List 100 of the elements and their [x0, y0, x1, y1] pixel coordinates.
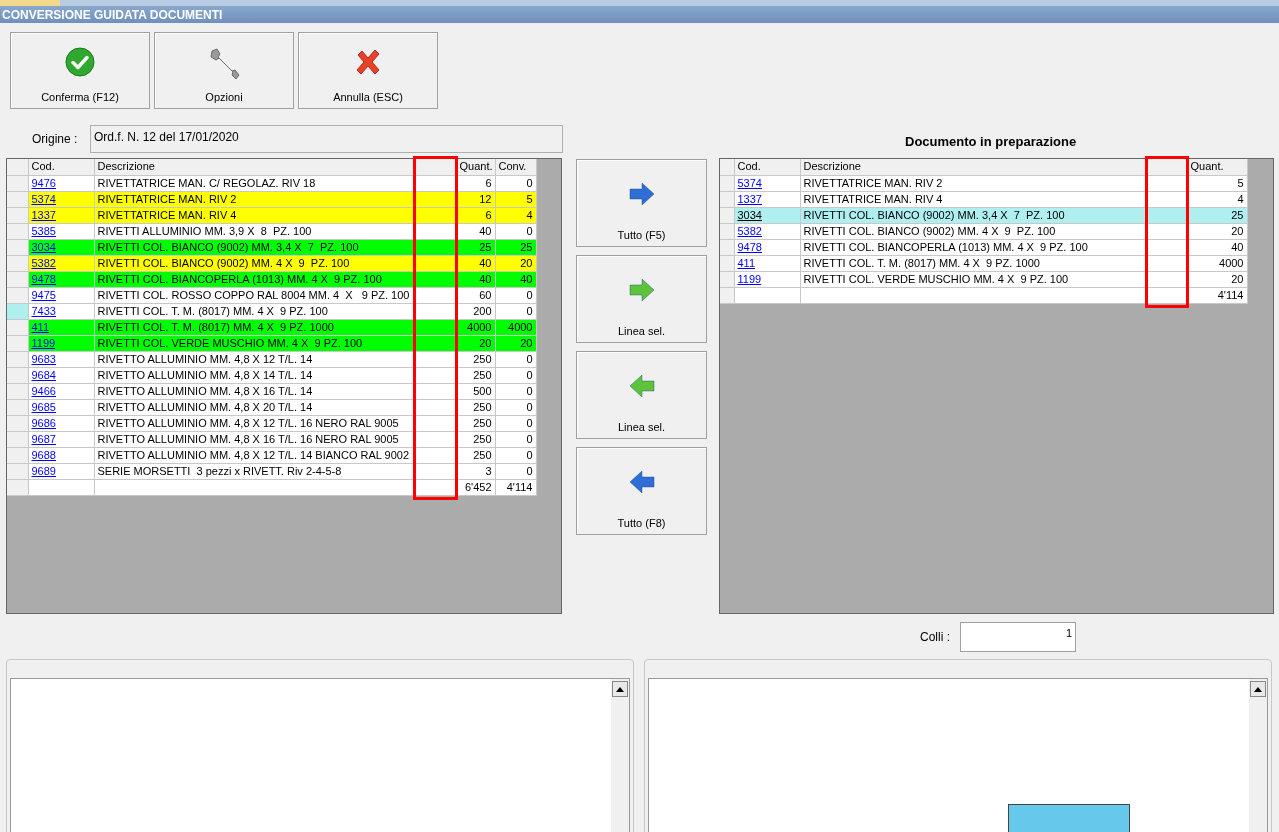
- toolbar-button[interactable]: Annulla (ESC): [298, 32, 438, 109]
- table-cell: RIVETTO ALLUMINIO MM. 4,8 X 16 T/L. 16 NERO RAL 9005: [94, 431, 415, 447]
- code-link[interactable]: 9688: [31, 448, 56, 461]
- code-link[interactable]: 9476: [31, 176, 56, 189]
- table-cell: 20: [1187, 271, 1247, 287]
- table-cell: 60: [456, 287, 495, 303]
- scrollbar[interactable]: [1249, 679, 1267, 832]
- column-header[interactable]: Cod.: [28, 159, 94, 175]
- table-cell: RIVETTO ALLUMINIO MM. 4,8 X 12 T/L. 16 NERO RAL 9005: [94, 415, 415, 431]
- code-link[interactable]: 9685: [31, 400, 56, 413]
- column-header[interactable]: Cod.: [734, 159, 800, 175]
- toolbar-button[interactable]: Conferma (F12): [10, 32, 150, 109]
- table-cell: 20: [495, 335, 536, 351]
- left-arrow-icon: [628, 374, 655, 398]
- table-cell: 40: [456, 271, 495, 287]
- table-cell: 3: [456, 463, 495, 479]
- code-link[interactable]: 3034: [737, 208, 762, 221]
- table-cell: 200: [456, 303, 495, 319]
- up-triangle-icon: [1254, 686, 1262, 692]
- wrench-icon: [208, 47, 240, 81]
- table-cell: 0: [495, 431, 536, 447]
- transfer-button[interactable]: Linea sel.: [576, 351, 707, 439]
- table-cell: RIVETTI COL. BIANCO (9002) MM. 4 X 9 PZ. 100: [94, 255, 415, 271]
- table-cell: RIVETTO ALLUMINIO MM. 4,8 X 14 T/L. 14: [94, 367, 415, 383]
- code-link[interactable]: 9478: [737, 240, 762, 253]
- code-link[interactable]: 1337: [31, 208, 56, 221]
- table-cell: RIVETTI COL. T. M. (8017) MM. 4 X 9 PZ. 1000: [94, 319, 415, 335]
- up-triangle-icon: [616, 686, 624, 692]
- table-cell: 250: [456, 447, 495, 463]
- table-cell: 0: [495, 303, 536, 319]
- table-cell: RIVETTO ALLUMINIO MM. 4,8 X 12 T/L. 14: [94, 351, 415, 367]
- code-link[interactable]: 411: [737, 256, 756, 269]
- table-cell: 0: [495, 463, 536, 479]
- code-link[interactable]: 9683: [31, 352, 56, 365]
- section-title: Documento in preparazione: [905, 132, 1077, 151]
- window-title: CONVERSIONE GUIDATA DOCUMENTI: [2, 8, 223, 21]
- code-link[interactable]: 5382: [31, 256, 56, 269]
- table-cell: RIVETTI COL. BIANCO (9002) MM. 3,4 X 7 PZ. 100: [94, 239, 415, 255]
- column-header[interactable]: Quant.: [456, 159, 495, 175]
- table-cell: 250: [456, 367, 495, 383]
- transfer-button[interactable]: Linea sel.: [576, 255, 707, 343]
- table-cell: 4000: [456, 319, 495, 335]
- right-arrow-icon: [628, 182, 655, 206]
- table-cell: 250: [456, 399, 495, 415]
- code-link[interactable]: 1337: [737, 192, 762, 205]
- scroll-up-button[interactable]: [612, 681, 628, 697]
- code-link[interactable]: 5385: [31, 224, 56, 237]
- table-cell: RIVETTI COL. ROSSO COPPO RAL 8004 MM. 4 X 9 PZ. 100: [94, 287, 415, 303]
- code-link[interactable]: 9686: [31, 416, 56, 429]
- code-link[interactable]: 1199: [31, 336, 56, 349]
- transfer-button[interactable]: Tutto (F5): [576, 159, 707, 247]
- table-cell: 25: [456, 239, 495, 255]
- table-cell: RIVETTI COL. BIANCO (9002) MM. 3,4 X 7 PZ. 100: [800, 207, 1147, 223]
- column-header[interactable]: Descrizione: [94, 159, 415, 175]
- table-cell: RIVETTO ALLUMINIO MM. 4,8 X 20 T/L. 14: [94, 399, 415, 415]
- code-link[interactable]: 9687: [31, 432, 56, 445]
- table-cell: RIVETTI COL. BIANCOPERLA (1013) MM. 4 X 9 PZ. 100: [800, 239, 1147, 255]
- table-cell: RIVETTATRICE MAN. RIV 4: [800, 191, 1147, 207]
- table-cell: 0: [495, 415, 536, 431]
- table-cell: 40: [1187, 239, 1247, 255]
- table-cell: 0: [495, 351, 536, 367]
- packages-field[interactable]: 1: [960, 622, 1076, 652]
- table-cell: 6: [456, 175, 495, 191]
- table-cell: 0: [495, 399, 536, 415]
- code-link[interactable]: 9475: [31, 288, 56, 301]
- table-cell: 5: [495, 191, 536, 207]
- scrollbar[interactable]: [611, 679, 629, 832]
- table-cell: RIVETTATRICE MAN. RIV 4: [94, 207, 415, 223]
- code-link[interactable]: 5374: [31, 192, 56, 205]
- column-header[interactable]: Descrizione: [800, 159, 1147, 175]
- code-link[interactable]: 9478: [31, 272, 56, 285]
- table-cell: RIVETTI ALLUMINIO MM. 3,9 X 8 PZ. 100: [94, 223, 415, 239]
- table-cell: 12: [456, 191, 495, 207]
- table-cell: 0: [495, 367, 536, 383]
- code-link[interactable]: 5374: [737, 176, 762, 189]
- total-cell: 4'114: [1187, 287, 1247, 303]
- code-link[interactable]: 9466: [31, 384, 56, 397]
- scroll-up-button[interactable]: [1250, 681, 1266, 697]
- table-cell: RIVETTI COL. BIANCO (9002) MM. 4 X 9 PZ. 100: [800, 223, 1147, 239]
- table-cell: 250: [456, 431, 495, 447]
- table-cell: RIVETTO ALLUMINIO MM. 4,8 X 16 T/L. 14: [94, 383, 415, 399]
- code-link[interactable]: 1199: [737, 272, 762, 285]
- code-link[interactable]: 9684: [31, 368, 56, 381]
- code-link[interactable]: 411: [31, 320, 50, 333]
- table-cell: 25: [1187, 207, 1247, 223]
- toolbar-button[interactable]: Opzioni: [154, 32, 294, 109]
- table-cell: 20: [1187, 223, 1247, 239]
- code-link[interactable]: 5382: [737, 224, 762, 237]
- column-header[interactable]: Conv.: [495, 159, 536, 175]
- transfer-button[interactable]: Tutto (F8): [576, 447, 707, 535]
- table-cell: 40: [456, 255, 495, 271]
- code-link[interactable]: 9689: [31, 464, 56, 477]
- code-link[interactable]: 3034: [31, 240, 56, 253]
- table-cell: 25: [495, 239, 536, 255]
- code-link[interactable]: 7433: [31, 304, 56, 317]
- column-header[interactable]: Quant.: [1187, 159, 1247, 175]
- table-cell: 0: [495, 447, 536, 463]
- total-cell: 4'114: [495, 479, 536, 495]
- packages-label: Colli :: [920, 629, 950, 646]
- origin-field: Ord.f. N. 12 del 17/01/2020: [90, 125, 563, 153]
